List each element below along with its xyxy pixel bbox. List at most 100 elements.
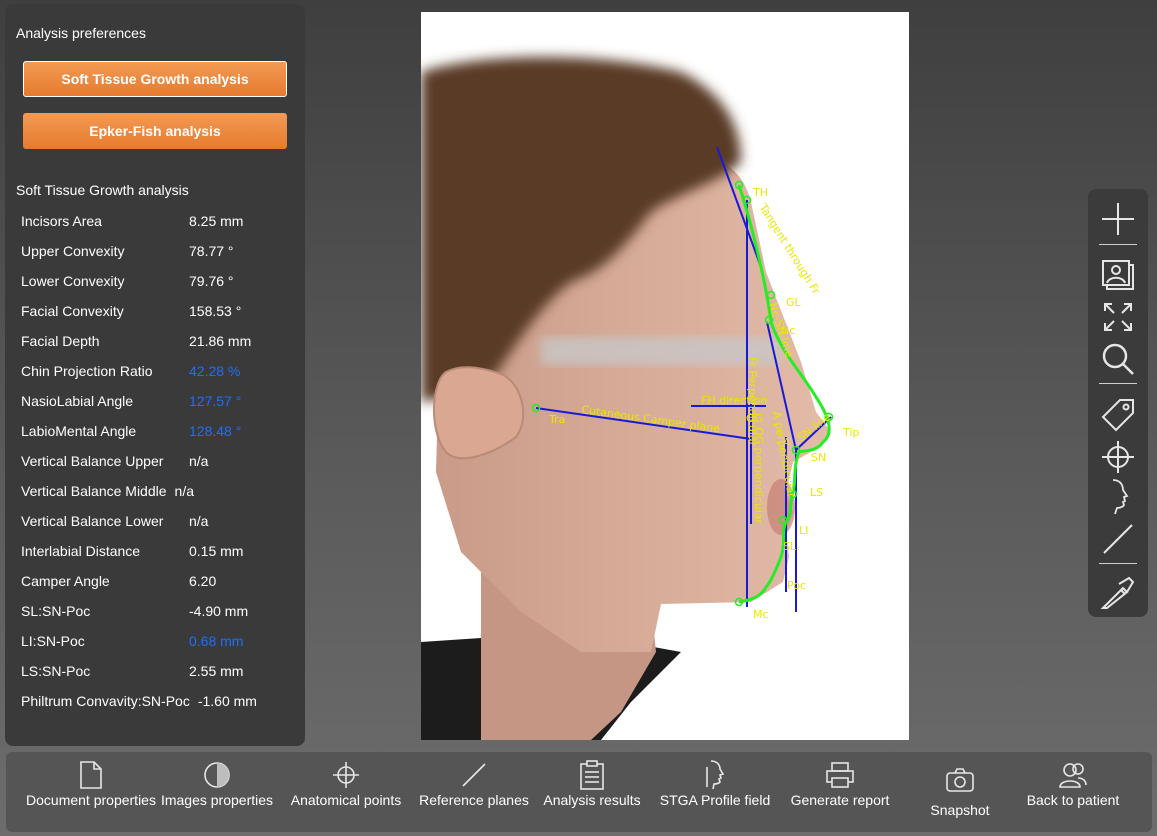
metric-row: Facial Convexity 158.53 ° xyxy=(21,296,241,326)
metric-label: NasioLabial Angle xyxy=(21,393,134,409)
label-gl: GL xyxy=(786,296,802,309)
label-li: LI xyxy=(799,524,808,537)
add-icon[interactable] xyxy=(1096,199,1140,239)
line-icon xyxy=(462,763,486,787)
toolbar-divider xyxy=(1099,383,1137,384)
analysis-results-button[interactable]: Analysis results xyxy=(532,758,652,830)
label-sl: SL xyxy=(783,540,797,553)
label-og-perpendicular: OG perpendicular xyxy=(752,427,765,525)
results-heading: Soft Tissue Growth analysis xyxy=(16,182,189,198)
tag-icon[interactable] xyxy=(1096,395,1140,435)
document-properties-button[interactable]: Document properties xyxy=(26,758,156,830)
analysis-panel: Analysis preferences Soft Tissue Growth … xyxy=(5,4,305,746)
metric-value: 6.20 xyxy=(189,573,217,589)
metric-label: Camper Angle xyxy=(21,573,110,589)
cephalometric-image-viewer[interactable]: TH GL Nc Tip SN LS LI SL Poc Mc Tra OG A… xyxy=(421,12,909,740)
back-to-patient-button[interactable]: Back to patient xyxy=(1013,758,1133,830)
metric-row: LI:SN-Poc 0.68 mm xyxy=(21,626,243,656)
caliper-icon[interactable] xyxy=(1096,573,1140,613)
metric-value: 79.76 ° xyxy=(189,273,234,289)
images-properties-icon xyxy=(204,762,230,788)
camera-icon xyxy=(946,768,974,792)
metric-row: SL:SN-Poc -4.90 mm xyxy=(21,596,248,626)
metric-value: 42.28 % xyxy=(189,363,241,379)
label-ls: LS xyxy=(810,486,823,499)
metric-label: Lower Convexity xyxy=(21,273,125,289)
metric-row: NasioLabial Angle 127.57 ° xyxy=(21,386,241,416)
metric-label: Vertical Balance Middle xyxy=(21,483,167,499)
crosshair-icon xyxy=(333,762,359,788)
label-tra: Tra xyxy=(548,413,565,426)
profile-icon[interactable] xyxy=(1096,477,1140,517)
label-mc: Mc xyxy=(753,608,769,621)
metric-label: LabioMental Angle xyxy=(21,423,137,439)
metric-row: LS:SN-Poc 2.55 mm xyxy=(21,656,243,686)
zoom-icon[interactable] xyxy=(1096,339,1140,379)
generate-report-button[interactable]: Generate report xyxy=(780,758,900,830)
analysis-results-label: Analysis results xyxy=(543,792,641,808)
reference-planes-button[interactable]: Reference planes xyxy=(414,758,534,830)
metric-value: 21.86 mm xyxy=(189,333,252,349)
metric-row: Lower Convexity 79.76 ° xyxy=(21,266,234,296)
crosshair-icon[interactable] xyxy=(1096,437,1140,477)
right-toolbar xyxy=(1088,189,1148,617)
reference-planes-label: Reference planes xyxy=(419,792,529,808)
metric-row: Incisors Area 8.25 mm xyxy=(21,206,243,236)
label-poc: Poc xyxy=(787,579,806,592)
analysis-preferences-heading: Analysis preferences xyxy=(16,25,146,41)
metric-value: 78.77 ° xyxy=(189,243,234,259)
metric-value: 128.48 ° xyxy=(189,423,242,439)
metric-label: Facial Depth xyxy=(21,333,100,349)
metric-value: 8.25 mm xyxy=(189,213,244,229)
back-to-patient-label: Back to patient xyxy=(1026,792,1120,808)
metric-row: Chin Projection Ratio 42.28 % xyxy=(21,356,240,386)
metric-label: Upper Convexity xyxy=(21,243,125,259)
metric-value: 127.57 ° xyxy=(189,393,242,409)
patient-icon xyxy=(1059,763,1087,788)
metric-row: LabioMental Angle 128.48 ° xyxy=(21,416,241,446)
metric-value: n/a xyxy=(174,483,194,499)
label-tip: Tip xyxy=(842,426,859,439)
label-sn: SN xyxy=(811,451,826,464)
metric-label: Chin Projection Ratio xyxy=(21,363,153,379)
images-properties-label: Images properties xyxy=(160,792,274,808)
clipboard-icon xyxy=(580,760,604,790)
anatomical-points-button[interactable]: Anatomical points xyxy=(286,758,406,830)
metric-label: Vertical Balance Lower xyxy=(21,513,164,529)
line-icon[interactable] xyxy=(1096,519,1140,559)
profile-icon xyxy=(706,760,725,790)
anatomical-points-label: Anatomical points xyxy=(290,792,402,808)
images-properties-button[interactable]: Images properties xyxy=(157,758,277,830)
metric-value: -1.60 mm xyxy=(197,693,257,709)
metric-row: Interlabial Distance 0.15 mm xyxy=(21,536,243,566)
metric-row: Vertical Balance Middle n/a xyxy=(21,476,194,506)
snapshot-button[interactable]: Snapshot xyxy=(900,758,1020,830)
metric-value: 0.15 mm xyxy=(189,543,244,559)
stga-profile-field-label: STGA Profile field xyxy=(659,792,771,808)
metric-value: n/a xyxy=(189,453,209,469)
toolbar-divider xyxy=(1099,244,1137,245)
document-icon xyxy=(80,761,102,789)
fit-screen-icon[interactable] xyxy=(1096,297,1140,337)
metric-row: Camper Angle 6.20 xyxy=(21,566,216,596)
eye-blur-band xyxy=(541,337,781,365)
stga-profile-field-button[interactable]: STGA Profile field xyxy=(655,758,775,830)
metric-label: LI:SN-Poc xyxy=(21,633,85,649)
metric-label: SL:SN-Poc xyxy=(21,603,91,619)
images-icon[interactable] xyxy=(1096,255,1140,295)
metric-value: 0.68 mm xyxy=(189,633,244,649)
metric-label: Incisors Area xyxy=(21,213,102,229)
metric-label: Vertical Balance Upper xyxy=(21,453,164,469)
snapshot-label: Snapshot xyxy=(930,802,990,818)
profile-photo-canvas: TH GL Nc Tip SN LS LI SL Poc Mc Tra OG A… xyxy=(421,57,859,740)
toolbar-divider xyxy=(1099,563,1137,564)
metric-value: 158.53 ° xyxy=(189,303,242,319)
label-th: TH xyxy=(752,186,768,199)
metric-row: Upper Convexity 78.77 ° xyxy=(21,236,234,266)
metric-row: Vertical Balance Upper n/a xyxy=(21,446,208,476)
soft-tissue-growth-analysis-button[interactable]: Soft Tissue Growth analysis xyxy=(23,61,287,97)
metric-value: -4.90 mm xyxy=(189,603,249,619)
document-properties-label: Document properties xyxy=(26,792,156,808)
metric-label: Philtrum Convavity:SN-Poc xyxy=(21,693,190,709)
epker-fish-analysis-button[interactable]: Epker-Fish analysis xyxy=(23,113,287,149)
